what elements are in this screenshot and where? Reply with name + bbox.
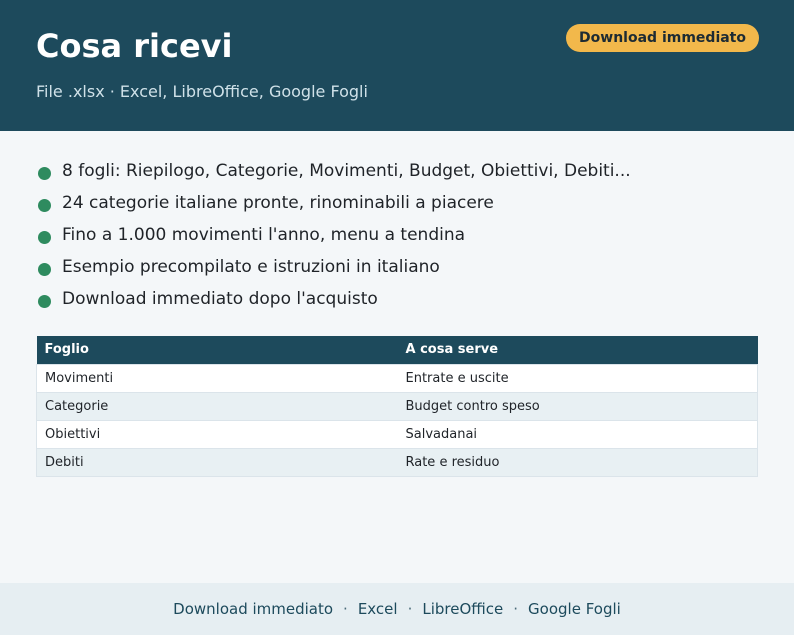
feature-text: 24 categorie italiane pronte, rinominabi… — [62, 193, 494, 213]
sheets-table: Foglio A cosa serve Movimenti Entrate e … — [36, 336, 758, 477]
footer-item-libreoffice: LibreOffice — [422, 600, 504, 618]
footer-separator: · — [513, 600, 519, 618]
feature-list: 8 fogli: Riepilogo, Categorie, Movimenti… — [0, 131, 794, 315]
sheets-table-container: Foglio A cosa serve Movimenti Entrate e … — [36, 336, 758, 477]
feature-item: Esempio precompilato e istruzioni in ita… — [36, 251, 758, 283]
feature-text: Fino a 1.000 movimenti l'anno, menu a te… — [62, 225, 466, 245]
table-cell: Obiettivi — [36, 419, 398, 449]
feature-item: Fino a 1.000 movimenti l'anno, menu a te… — [36, 219, 758, 251]
bullet-dot-icon — [38, 198, 51, 212]
table-header-row: Foglio A cosa serve — [36, 336, 758, 364]
table-cell: Budget contro speso — [397, 391, 758, 421]
table-row: Obiettivi Salvadanai — [36, 419, 758, 449]
hero-header: Cosa ricevi File .xlsx · Excel, LibreOff… — [0, 0, 794, 131]
footer-item-download: Download immediato — [173, 600, 334, 618]
column-header-purpose: A cosa serve — [397, 336, 758, 364]
feature-item: 24 categorie italiane pronte, rinominabi… — [36, 187, 758, 219]
download-button[interactable]: Download immediato — [566, 24, 759, 52]
table-cell: Categorie — [36, 391, 398, 421]
table-cell: Salvadanai — [397, 419, 758, 449]
column-header-foglio: Foglio — [36, 336, 398, 364]
bullet-dot-icon — [38, 166, 51, 180]
table-cell: Movimenti — [36, 363, 398, 393]
bullet-dot-icon — [38, 294, 51, 308]
footer-bar: Download immediato · Excel · LibreOffice… — [0, 583, 794, 635]
feature-text: Download immediato dopo l'acquisto — [62, 289, 378, 309]
feature-text: 8 fogli: Riepilogo, Categorie, Movimenti… — [62, 161, 631, 181]
footer-item-excel: Excel — [357, 600, 398, 618]
feature-text: Esempio precompilato e istruzioni in ita… — [62, 257, 440, 277]
table-row: Debiti Rate e residuo — [36, 447, 758, 477]
page-subtitle: File .xlsx · Excel, LibreOffice, Google … — [36, 82, 368, 101]
bullet-dot-icon — [38, 230, 51, 244]
footer-separator: · — [407, 600, 413, 618]
table-cell: Entrate e uscite — [397, 363, 758, 393]
table-cell: Debiti — [36, 447, 398, 477]
table-row: Categorie Budget contro speso — [36, 391, 758, 421]
feature-item: 8 fogli: Riepilogo, Categorie, Movimenti… — [36, 155, 758, 187]
footer-item-google-fogli: Google Fogli — [528, 600, 621, 618]
table-row: Movimenti Entrate e uscite — [36, 363, 758, 393]
feature-item: Download immediato dopo l'acquisto — [36, 283, 758, 315]
table-cell: Rate e residuo — [397, 447, 758, 477]
footer-separator: · — [343, 600, 348, 618]
bullet-dot-icon — [38, 262, 51, 276]
